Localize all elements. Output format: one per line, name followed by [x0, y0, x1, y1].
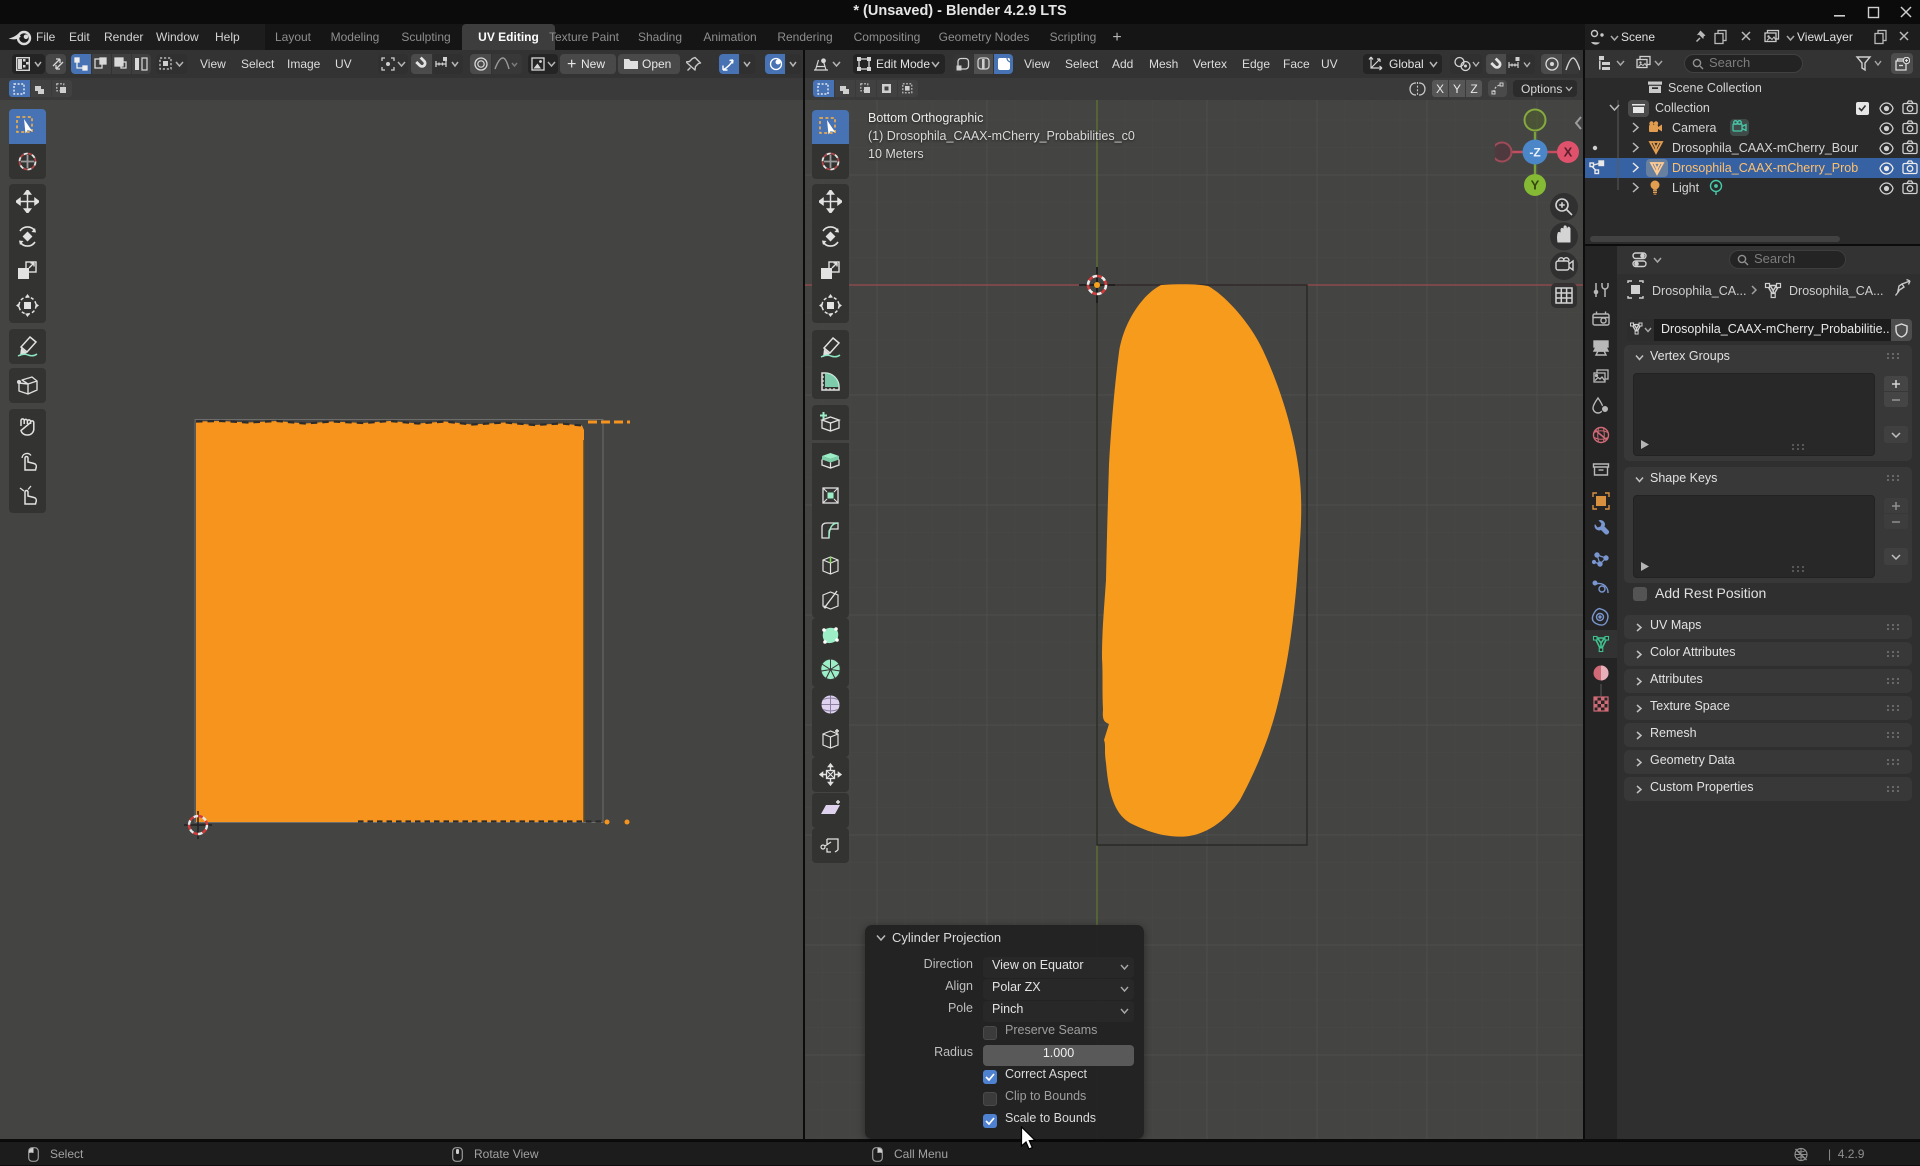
svg-text:Drosophila_CAAX-mCherry_Prob: Drosophila_CAAX-mCherry_Prob: [1672, 161, 1858, 175]
svg-text:-Z: -Z: [1529, 146, 1540, 160]
svg-text:Drosophila_CA...: Drosophila_CA...: [1652, 284, 1747, 298]
svg-text:Drosophila_CA...: Drosophila_CA...: [1789, 284, 1884, 298]
svg-text:Collection: Collection: [1655, 101, 1710, 115]
svg-text:X: X: [1564, 145, 1573, 160]
svg-text:Y: Y: [1531, 178, 1540, 193]
svg-text:Light: Light: [1672, 181, 1700, 195]
svg-text:Drosophila_CAAX-mCherry_Bour: Drosophila_CAAX-mCherry_Bour: [1672, 141, 1858, 155]
svg-text:Camera: Camera: [1672, 121, 1717, 135]
svg-text:Scene Collection: Scene Collection: [1668, 81, 1762, 95]
